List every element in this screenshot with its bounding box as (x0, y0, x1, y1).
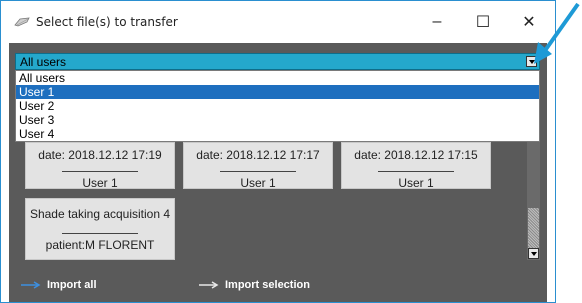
file-card-patient: patient:M FLORENT (45, 238, 155, 252)
file-card-date: date: 2018.12.12 17:15 (354, 148, 478, 162)
arrow-right-icon (199, 281, 219, 289)
window-title: Select file(s) to transfer (36, 15, 178, 29)
file-list: date: 2018.12.12 17:19 User 1 date: 2018… (15, 142, 540, 262)
app-icon (14, 17, 30, 27)
transfer-dialog: Select file(s) to transfer – ☐ ✕ All use… (0, 0, 556, 303)
title-bar: Select file(s) to transfer – ☐ ✕ (1, 1, 555, 43)
import-all-label: Import all (47, 279, 97, 291)
file-card[interactable]: date: 2018.12.12 17:15 User 1 (341, 142, 491, 190)
dropdown-option-user-1[interactable]: User 1 (16, 85, 539, 99)
user-select-value: All users (20, 55, 67, 69)
import-selection-button[interactable]: Import selection (199, 279, 310, 291)
import-selection-label: Import selection (225, 279, 310, 291)
dialog-body: All users All users User 1 User 2 User 3… (9, 43, 547, 302)
file-card-user: User 1 (240, 176, 276, 190)
user-dropdown-list: All users User 1 User 2 User 3 User 4 (15, 70, 540, 142)
pointer-arrow-icon (534, 2, 580, 64)
import-all-button[interactable]: Import all (21, 279, 97, 291)
minimize-icon: – (432, 13, 442, 30)
scrollbar-thumb[interactable] (528, 208, 539, 248)
dropdown-option-user-2[interactable]: User 2 (16, 99, 539, 113)
card-divider (62, 171, 138, 172)
card-divider (378, 171, 454, 172)
file-card-user: User 1 (82, 176, 118, 190)
file-card[interactable]: date: 2018.12.12 17:19 User 1 (25, 142, 175, 190)
dropdown-option-user-4[interactable]: User 4 (16, 127, 539, 141)
vertical-scrollbar[interactable] (527, 142, 540, 260)
maximize-icon: ☐ (475, 14, 491, 31)
card-divider (220, 171, 296, 172)
arrow-right-icon (21, 281, 41, 289)
dropdown-option-user-3[interactable]: User 3 (16, 113, 539, 127)
file-card-date: date: 2018.12.12 17:17 (196, 148, 320, 162)
dropdown-option-all-users[interactable]: All users (16, 71, 539, 85)
file-card-title: Shade taking acquisition 4 (29, 207, 171, 221)
scroll-down-arrow-icon[interactable] (528, 248, 539, 259)
file-card-user: User 1 (398, 176, 434, 190)
user-select[interactable]: All users (15, 53, 540, 70)
minimize-button[interactable]: – (417, 9, 457, 35)
maximize-button[interactable]: ☐ (463, 9, 503, 35)
file-card[interactable]: Shade taking acquisition 4 patient:M FLO… (25, 198, 175, 260)
card-divider (62, 233, 138, 234)
file-card[interactable]: date: 2018.12.12 17:17 User 1 (183, 142, 333, 190)
file-card-date: date: 2018.12.12 17:19 (38, 148, 162, 162)
